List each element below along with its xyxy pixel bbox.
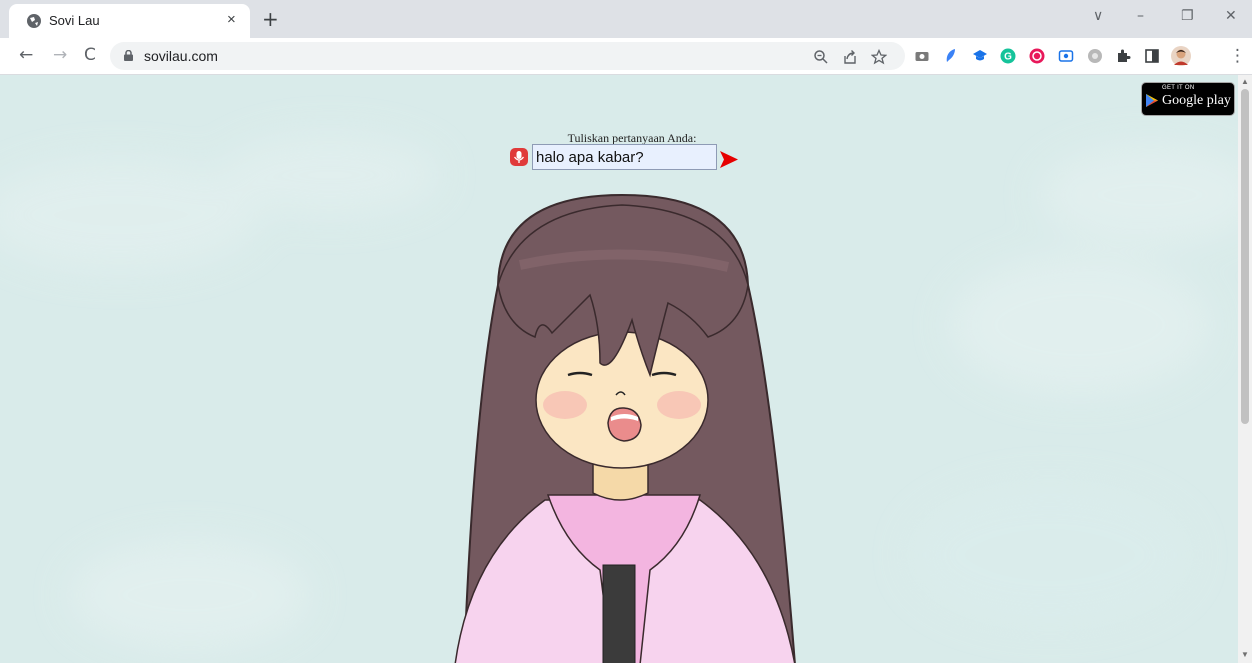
screen-recorder-icon[interactable] xyxy=(1058,48,1074,64)
scroll-up-arrow[interactable]: ▲ xyxy=(1241,77,1249,86)
bookmark-star-icon[interactable] xyxy=(871,49,887,65)
page-scrollbar[interactable]: ▲ ▼ xyxy=(1238,75,1252,663)
tab-title: Sovi Lau xyxy=(49,13,100,28)
url-text: sovilau.com xyxy=(144,48,218,64)
grammarly-icon[interactable]: G xyxy=(1000,48,1016,64)
forward-button[interactable]: → xyxy=(53,45,67,65)
play-store-icon xyxy=(1146,94,1158,107)
microphone-icon xyxy=(513,151,525,163)
feather-extension-icon[interactable] xyxy=(943,48,959,64)
side-panel-icon[interactable] xyxy=(1144,48,1160,64)
scroll-down-arrow[interactable]: ▼ xyxy=(1241,650,1249,659)
play-badge-get-label: GET IT ON xyxy=(1162,85,1195,91)
profile-avatar-icon[interactable] xyxy=(1171,46,1191,66)
back-button[interactable]: ← xyxy=(19,45,33,65)
microphone-button[interactable] xyxy=(510,148,528,166)
restore-button[interactable]: ❐ xyxy=(1181,8,1194,24)
page-content: GET IT ON Google play Tuliskan pertanyaa… xyxy=(0,75,1238,663)
graduation-extension-icon[interactable] xyxy=(972,48,988,64)
camera-extension-icon[interactable] xyxy=(914,48,930,64)
play-badge-store-label: Google play xyxy=(1162,93,1231,108)
send-arrow-button[interactable] xyxy=(719,150,739,169)
new-tab-button[interactable]: + xyxy=(262,7,279,31)
minimize-button[interactable]: – xyxy=(1137,8,1144,24)
puzzle-extensions-icon[interactable] xyxy=(1116,48,1132,64)
zoom-icon[interactable] xyxy=(813,49,829,65)
globe-icon xyxy=(27,14,41,28)
svg-text:G: G xyxy=(1004,52,1012,63)
browser-toolbar: ← → C sovilau.com G ⋮ xyxy=(0,38,1252,75)
chrome-menu-button[interactable]: ⋮ xyxy=(1229,46,1246,66)
lock-icon xyxy=(124,50,133,61)
google-play-badge[interactable]: GET IT ON Google play xyxy=(1141,82,1235,116)
close-window-button[interactable]: ✕ xyxy=(1225,8,1237,24)
magenta-extension-icon[interactable] xyxy=(1029,48,1045,64)
address-bar[interactable]: sovilau.com xyxy=(110,42,905,70)
question-input[interactable] xyxy=(532,144,717,170)
browser-tab[interactable]: Sovi Lau × xyxy=(9,4,250,38)
tab-search-button[interactable]: ∨ xyxy=(1093,8,1103,24)
tab-strip: Sovi Lau × + ∨ – ❐ ✕ xyxy=(0,0,1252,38)
tab-close-button[interactable]: × xyxy=(227,11,236,28)
gray-extension-icon[interactable] xyxy=(1087,48,1103,64)
reload-button[interactable]: C xyxy=(84,45,96,65)
share-icon[interactable] xyxy=(842,49,858,65)
scroll-thumb[interactable] xyxy=(1241,89,1249,424)
